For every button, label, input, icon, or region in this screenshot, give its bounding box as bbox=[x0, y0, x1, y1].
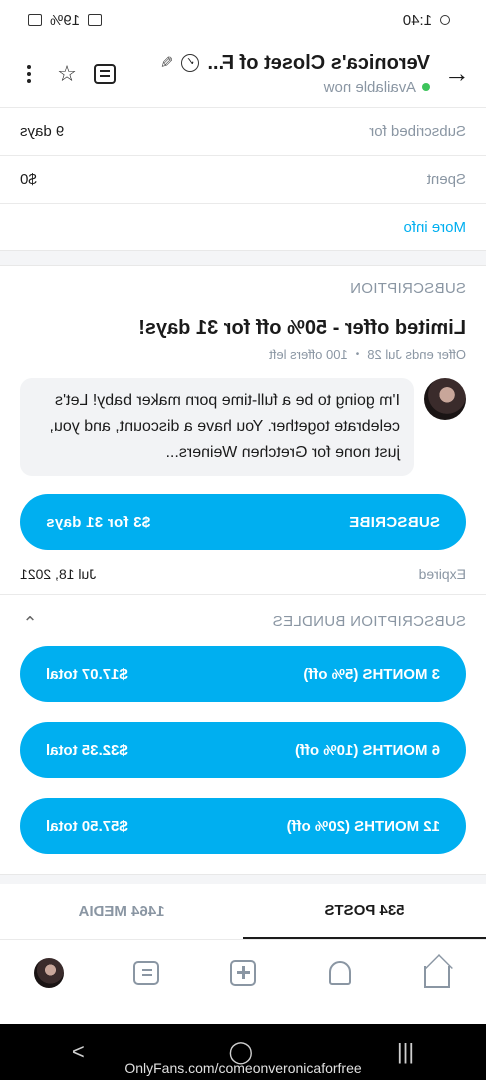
bundle-price: $57.50 total bbox=[46, 817, 128, 835]
expired-label: Expired bbox=[418, 566, 466, 582]
offer-message: I'm going to be a full-time porn maker b… bbox=[20, 378, 466, 476]
notification-icon bbox=[88, 14, 103, 26]
spent-label: Spent bbox=[426, 171, 466, 188]
bell-icon[interactable] bbox=[323, 956, 357, 990]
system-navigation-bar: ||| ◯ > OnlyFans.com/comeonveronicaforfr… bbox=[0, 1024, 486, 1080]
subscribe-label: SUBSCRIBE bbox=[348, 513, 440, 531]
content-tabs: 534 POSTS 1464 MEDIA bbox=[0, 884, 486, 940]
status-bar: 1:40 19% bbox=[0, 0, 486, 40]
offer-title: Limited offer - 50% off for 31 days! bbox=[138, 317, 466, 339]
header-title-block[interactable]: Veronica's Closet of F... ✓ ✎ Available … bbox=[130, 52, 430, 96]
subscribed-label: Subscribed for bbox=[369, 123, 466, 140]
verified-badge-icon: ✓ bbox=[181, 54, 200, 72]
page-title: Veronica's Closet of F... bbox=[207, 51, 430, 74]
expired-row: Expired Jul 18, 2021 bbox=[20, 550, 466, 594]
bundle-price: $17.07 total bbox=[46, 665, 128, 683]
arrow-back-icon[interactable]: ← bbox=[442, 58, 470, 89]
more-options-icon[interactable] bbox=[16, 61, 42, 87]
bundle-label: 6 MONTHS (10% off) bbox=[294, 741, 440, 759]
subscribed-for-row: Subscribed for 9 days bbox=[0, 108, 486, 156]
subscribed-value: 9 days bbox=[20, 123, 65, 140]
tab-media[interactable]: 1464 MEDIA bbox=[0, 884, 243, 939]
subscribe-button[interactable]: SUBSCRIBE $3 for 31 days bbox=[20, 494, 466, 550]
offer-meta: Offer ends Jul 28 • 100 offers left bbox=[20, 347, 466, 362]
profile-avatar[interactable] bbox=[32, 956, 66, 990]
alarm-icon bbox=[440, 15, 450, 25]
chat-list-icon[interactable] bbox=[92, 61, 118, 87]
message-bubble: I'm going to be a full-time porn maker b… bbox=[20, 378, 414, 476]
spent-row: Spent $0 bbox=[0, 156, 486, 204]
offer-ends: Offer ends Jul 28 bbox=[367, 347, 466, 362]
offers-left: 100 offers left bbox=[269, 347, 348, 362]
pencil-icon[interactable]: ✎ bbox=[160, 53, 173, 73]
meta-separator: • bbox=[355, 349, 360, 360]
bundle-button-12-months[interactable]: 12 MONTHS (20% off) $57.50 total bbox=[20, 798, 466, 854]
bundle-label: 3 MONTHS (5% off) bbox=[303, 665, 440, 683]
bundle-price: $32.35 total bbox=[46, 741, 128, 759]
expired-date: Jul 18, 2021 bbox=[20, 566, 97, 582]
availability-status: Available now bbox=[323, 78, 416, 96]
status-time: 1:40 bbox=[402, 11, 432, 29]
bottom-nav bbox=[0, 940, 486, 1006]
online-indicator bbox=[422, 83, 430, 91]
section-divider bbox=[0, 874, 486, 884]
chevron-up-icon[interactable]: ⌄ bbox=[20, 611, 40, 632]
subscription-section: SUBSCRIPTION Limited offer - 50% off for… bbox=[0, 266, 486, 854]
bundles-header[interactable]: SUBSCRIPTION BUNDLES ⌄ bbox=[20, 595, 466, 646]
tab-posts[interactable]: 534 POSTS bbox=[243, 884, 486, 939]
add-icon[interactable] bbox=[226, 956, 260, 990]
subscription-title: SUBSCRIPTION bbox=[349, 280, 466, 297]
chat-header: ← Veronica's Closet of F... ✓ ✎ Availabl… bbox=[0, 40, 486, 108]
bundles-title: SUBSCRIPTION BUNDLES bbox=[272, 613, 466, 630]
messages-icon[interactable] bbox=[129, 956, 163, 990]
battery-icon bbox=[28, 14, 42, 26]
app-screen: 1:40 19% ← Veronica's Closet of F... ✓ ✎… bbox=[0, 0, 486, 1080]
section-divider bbox=[0, 250, 486, 266]
bundle-label: 12 MONTHS (20% off) bbox=[286, 817, 440, 835]
battery-level: 19% bbox=[50, 11, 81, 29]
bundle-button-6-months[interactable]: 6 MONTHS (10% off) $32.35 total bbox=[20, 722, 466, 778]
bundle-button-3-months[interactable]: 3 MONTHS (5% off) $17.07 total bbox=[20, 646, 466, 702]
avatar[interactable] bbox=[424, 378, 466, 420]
watermark-url: OnlyFans.com/comeonveronicaforfree bbox=[124, 1060, 362, 1076]
home-icon[interactable] bbox=[420, 956, 454, 990]
spent-value: $0 bbox=[20, 171, 37, 188]
star-icon[interactable]: ☆ bbox=[54, 61, 80, 87]
more-info-link[interactable]: More info bbox=[0, 204, 486, 250]
subscribe-price: $3 for 31 days bbox=[46, 513, 151, 531]
